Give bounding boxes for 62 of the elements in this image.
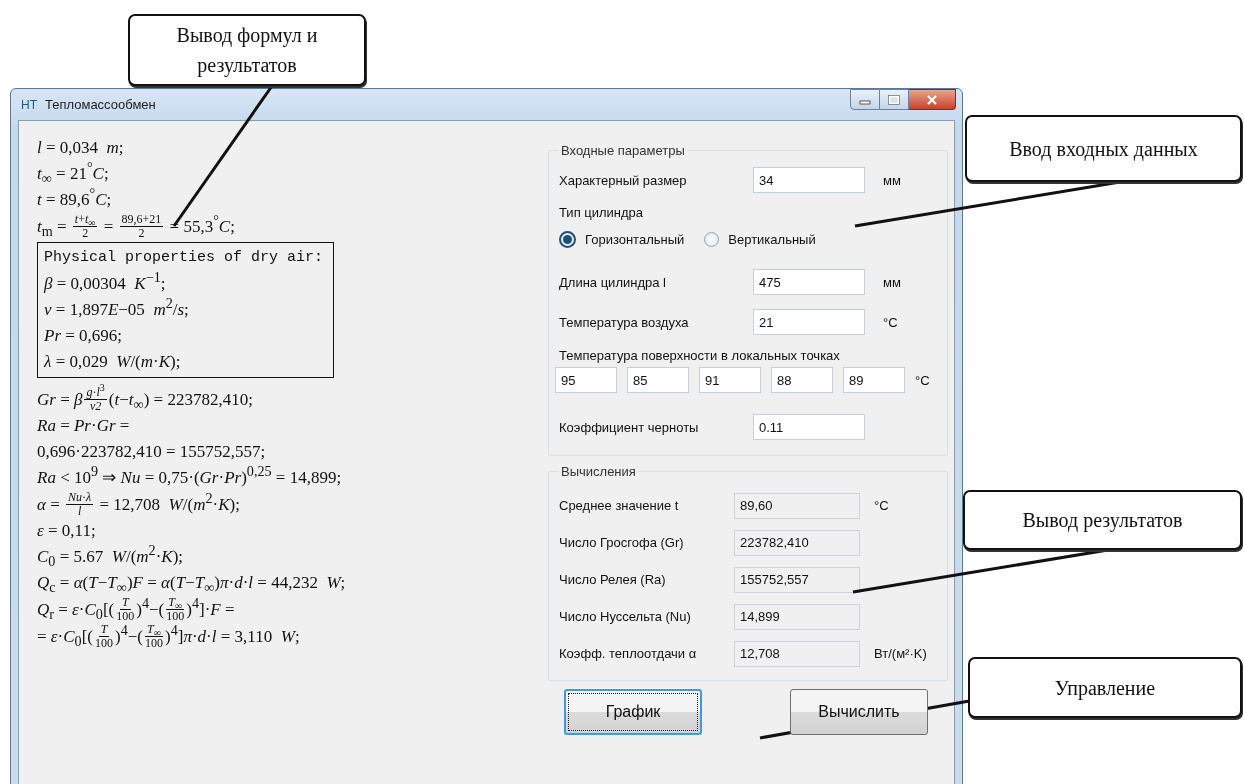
maximize-button[interactable] (880, 89, 909, 110)
minimize-button[interactable] (850, 89, 880, 110)
field-label: Температура воздуха (559, 314, 690, 330)
unit-label: мм (883, 172, 901, 188)
close-button[interactable] (909, 89, 956, 110)
formula-line: λ = 0,029 W/(m·K); (44, 351, 182, 373)
formula-line: t$_{∞}$ = 21$^{°}$C; (37, 161, 110, 187)
field-label: Характерный размер (559, 172, 688, 188)
input-field[interactable]: 91 (699, 367, 761, 393)
callout-box: Вывод результатов (963, 490, 1242, 550)
formula-line: 0,696·223782,410 = 155752,557; (37, 441, 267, 463)
formula-line: ν = 1,897E−05 m$^{2}$/s; (44, 297, 190, 321)
formula-line: Ra < 10$^{9}$ ⇒ Nu = 0,75·(Gr·Pr)$^{0,25}$ = 14,899; (37, 465, 343, 489)
formula-line: Q$_{c}$ = α(T−T$_{∞}$)F = α(T−T$_{∞}$)π·d·l = 44,232 W; (37, 572, 347, 596)
result-label: Коэфф. теплоотдачи α (559, 646, 698, 661)
input-field[interactable]: 95 (555, 367, 617, 393)
result-field[interactable]: 155752,557 (734, 566, 860, 593)
close-icon[interactable] (926, 94, 938, 105)
radio-button[interactable]: Горизонтальный (559, 230, 685, 248)
callout-box: Вывод формул и результатов (128, 14, 366, 86)
formula-line: Ra = Pr·Gr = (37, 415, 131, 437)
unit-label: мм (883, 274, 901, 290)
field-label: Коэффициент черноты (559, 419, 700, 435)
formula-line: C$_{0}$ = 5.67 W/(m$^{2}$·K); (37, 544, 185, 570)
input-field[interactable]: 34 (753, 167, 865, 193)
input-field[interactable]: 475 (753, 269, 865, 295)
formula-line: β = 0,00304 K$^{−1}$; (44, 271, 167, 295)
radio-button[interactable]: Вертикальный (704, 231, 816, 247)
unit-label: Вт/(м²·K) (874, 646, 927, 661)
app-icon: НТ (21, 97, 37, 112)
formula-line: t = 89,6$^{°}$C; (37, 187, 113, 211)
result-label: Среднее значение t (559, 498, 680, 513)
result-field[interactable]: 223782,410 (734, 529, 860, 556)
input-field[interactable]: 89 (843, 367, 905, 393)
result-label: Число Гросгофа (Gr) (559, 535, 685, 550)
result-field[interactable]: 89,60 (734, 492, 860, 519)
field-label: Длина цилиндра l (559, 274, 667, 290)
result-label: Число Релея (Ra) (559, 572, 667, 587)
group-title: Вычисления (560, 464, 637, 479)
formula-line: ε = 0,11; (37, 520, 97, 542)
unit-label: °C (883, 314, 898, 330)
callout-box: Ввод входных данных (965, 115, 1242, 182)
input-field[interactable]: 0.11 (753, 414, 865, 440)
unit-label: °C (915, 372, 930, 388)
field-label: Температура поверхности в локальных точках (559, 348, 841, 363)
result-field[interactable]: 14,899 (734, 603, 860, 630)
input-field[interactable]: 85 (627, 367, 689, 393)
result-label: Число Нуссельта (Nu) (559, 609, 692, 624)
section-label: Тип цилиндра (559, 204, 645, 220)
result-field[interactable]: 12,708 (734, 640, 860, 667)
button[interactable]: График (564, 689, 702, 735)
formula-line: Pr = 0,696; (44, 325, 124, 347)
formula-line: α = Nu·λ l = 12,708 W/(m$^{2}$·K); (37, 491, 241, 518)
unit-label: °C (874, 498, 889, 513)
properties-title: Physical properties of dry air: (44, 248, 324, 268)
formula-line: l = 0,034 m; (37, 137, 125, 159)
callout-box: Управление (968, 657, 1242, 718)
input-field[interactable]: 21 (753, 309, 865, 335)
input-field[interactable]: 88 (771, 367, 833, 393)
group-title: Входные параметры (560, 143, 686, 158)
window-title: Тепломассообмен (45, 97, 156, 112)
maximize-icon[interactable] (888, 94, 900, 105)
